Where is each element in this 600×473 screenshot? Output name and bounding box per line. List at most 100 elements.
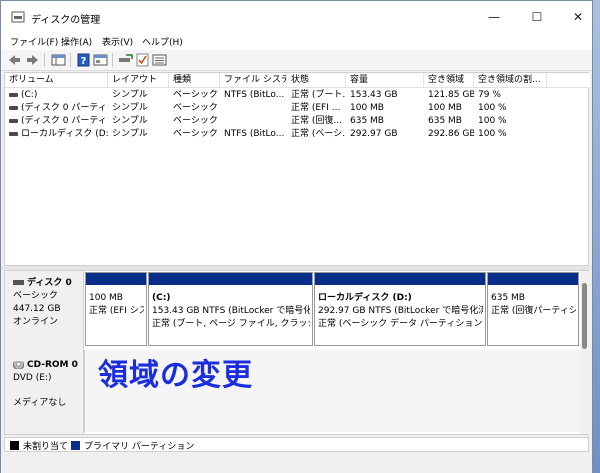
volume-icon [9,131,18,136]
volume-status: 正常 (回復... [291,116,342,126]
disk-graphical-view: ディスク 0 ベーシック 447.12 GB オンライン 100 MB 正常 (… [4,270,589,435]
help-icon[interactable]: ? [76,53,91,67]
volume-layout: シンプル [112,129,148,139]
partition-title: ローカルディスク (D:) [318,293,412,303]
volume-name: (C:) [21,90,38,100]
partition-recovery[interactable]: 635 MB 正常 (回復パーティショ [487,272,579,346]
cdrom-media: メディアなし [13,398,67,408]
partition-status: 正常 (ベーシック データ パーティション) [318,319,483,329]
volume-capacity: 153.43 GB [350,90,398,100]
disk-list-icon[interactable] [152,53,167,67]
volume-filesystem [220,102,287,115]
menu-view[interactable]: 表示(V) [102,35,133,48]
scrollbar-thumb[interactable] [582,283,587,349]
rescan-icon[interactable] [118,53,133,67]
legend: 未割り当て プライマリ パーティション [4,437,589,452]
column-header-filesystem[interactable]: ファイル システム [220,73,287,88]
minimize-button[interactable]: — [479,7,509,27]
volume-free-space: 635 MB [428,116,462,126]
column-header-percent-free[interactable]: 空き領域の割... [474,73,547,88]
volume-percent-free: 100 % [478,116,507,126]
partition-band [86,273,146,285]
desktop-background [593,0,600,473]
disk-management-app-icon [11,11,25,23]
properties-icon[interactable] [93,53,108,67]
title-bar[interactable]: ディスクの管理 — ☐ ✕ [1,1,592,34]
volume-status: 正常 (ブート... [291,90,346,100]
toolbar-separator [70,53,71,67]
disk-name: ディスク 0 [27,278,72,288]
volume-status: 正常 (ベーシ... [291,129,346,139]
volume-row[interactable]: (ディスク 0 パーティショ... シンプル ベーシック 正常 (回復... 6… [5,115,590,128]
cdrom-name: CD-ROM 0 [27,360,78,370]
disk-type: ベーシック [13,291,58,301]
console-tree-icon[interactable] [51,53,66,67]
volume-filesystem: NTFS (BitLo... [224,90,285,100]
vertical-scrollbar[interactable] [580,271,589,434]
partition-size: 153.43 GB NTFS (BitLocker で暗号化済 [152,306,310,316]
partition-size: 635 MB [491,293,525,303]
column-header-capacity[interactable]: 容量 [346,73,424,88]
volume-free-space: 121.85 GB [428,90,474,100]
partition-c[interactable]: (C:) 153.43 GB NTFS (BitLocker で暗号化済 正常 … [148,272,313,346]
column-header-layout[interactable]: レイアウト [108,73,169,88]
volume-free-space: 100 MB [428,103,462,113]
volume-capacity: 292.97 GB [350,129,398,139]
check-icon[interactable] [135,53,150,67]
volume-name: (ディスク 0 パーティショ... [21,103,108,113]
volume-capacity: 635 MB [350,116,384,126]
volume-icon [9,105,18,110]
volume-percent-free: 100 % [478,103,507,113]
volume-filesystem [220,115,287,128]
volume-row[interactable]: (ディスク 0 パーティショ... シンプル ベーシック 正常 (EFI ...… [5,102,590,115]
partition-efi[interactable]: 100 MB 正常 (EFI シス [85,272,147,346]
cdrom-0-label[interactable]: CD-ROM 0 DVD (E:) メディアなし [5,350,84,434]
forward-arrow-icon[interactable] [25,53,40,67]
unallocated-swatch [10,441,19,450]
disk-management-window: ディスクの管理 — ☐ ✕ ファイル(F) 操作(A) 表示(V) ヘルプ(H)… [0,0,593,473]
column-header-volume[interactable]: ボリューム [5,73,108,88]
toolbar-separator [44,53,45,67]
legend-primary-partition: プライマリ パーティション [84,442,195,452]
partition-size: 292.97 GB NTFS (BitLocker で暗号化済み) [318,306,483,316]
overlay-caption: 領域の変更 [98,358,253,393]
menu-bar: ファイル(F) 操作(A) 表示(V) ヘルプ(H) [1,34,592,50]
partition-status: 正常 (EFI シス [89,306,144,316]
volume-icon [9,118,18,123]
menu-file[interactable]: ファイル(F) [10,35,58,48]
volume-layout: シンプル [112,90,148,100]
status-bar [1,453,592,473]
close-button[interactable]: ✕ [563,7,593,27]
maximize-button[interactable]: ☐ [522,7,552,27]
volume-type: ベーシック [173,116,218,126]
column-header-status[interactable]: 状態 [287,73,346,88]
column-header-type[interactable]: 種類 [169,73,220,88]
column-header-free-space[interactable]: 空き領域 [424,73,474,88]
volume-row[interactable]: ローカルディスク (D:) シンプル ベーシック NTFS (BitLo... … [5,128,590,141]
back-arrow-icon[interactable] [7,53,22,67]
volume-layout: シンプル [112,116,148,126]
primary-partition-swatch [71,441,80,450]
volume-type: ベーシック [173,103,218,113]
volume-name: (ディスク 0 パーティショ... [21,116,108,126]
volume-icon [9,92,18,97]
volume-list: ボリューム レイアウト 種類 ファイル システム 状態 容量 空き領域 空き領域… [4,72,590,266]
volume-list-header: ボリューム レイアウト 種類 ファイル システム 状態 容量 空き領域 空き領域… [5,73,590,88]
menu-help[interactable]: ヘルプ(H) [142,35,183,48]
menu-action[interactable]: 操作(A) [61,35,92,48]
volume-filesystem: NTFS (BitLo... [224,129,285,139]
volume-type: ベーシック [173,90,218,100]
toolbar-separator [112,53,113,67]
disk-0-label[interactable]: ディスク 0 ベーシック 447.12 GB オンライン [5,271,84,350]
volume-percent-free: 79 % [478,90,501,100]
window-title: ディスクの管理 [31,15,101,26]
cd-rom-icon [13,360,24,369]
hard-disk-icon [13,280,24,285]
cdrom-drive: DVD (E:) [13,373,52,383]
volume-row[interactable]: (C:) シンプル ベーシック NTFS (BitLo... 正常 (ブート..… [5,89,590,102]
volume-percent-free: 100 % [478,129,507,139]
partition-d[interactable]: ローカルディスク (D:) 292.97 GB NTFS (BitLocker … [314,272,486,346]
volume-layout: シンプル [112,103,148,113]
partition-status: 正常 (回復パーティショ [491,306,576,316]
legend-unallocated: 未割り当て [23,442,69,452]
